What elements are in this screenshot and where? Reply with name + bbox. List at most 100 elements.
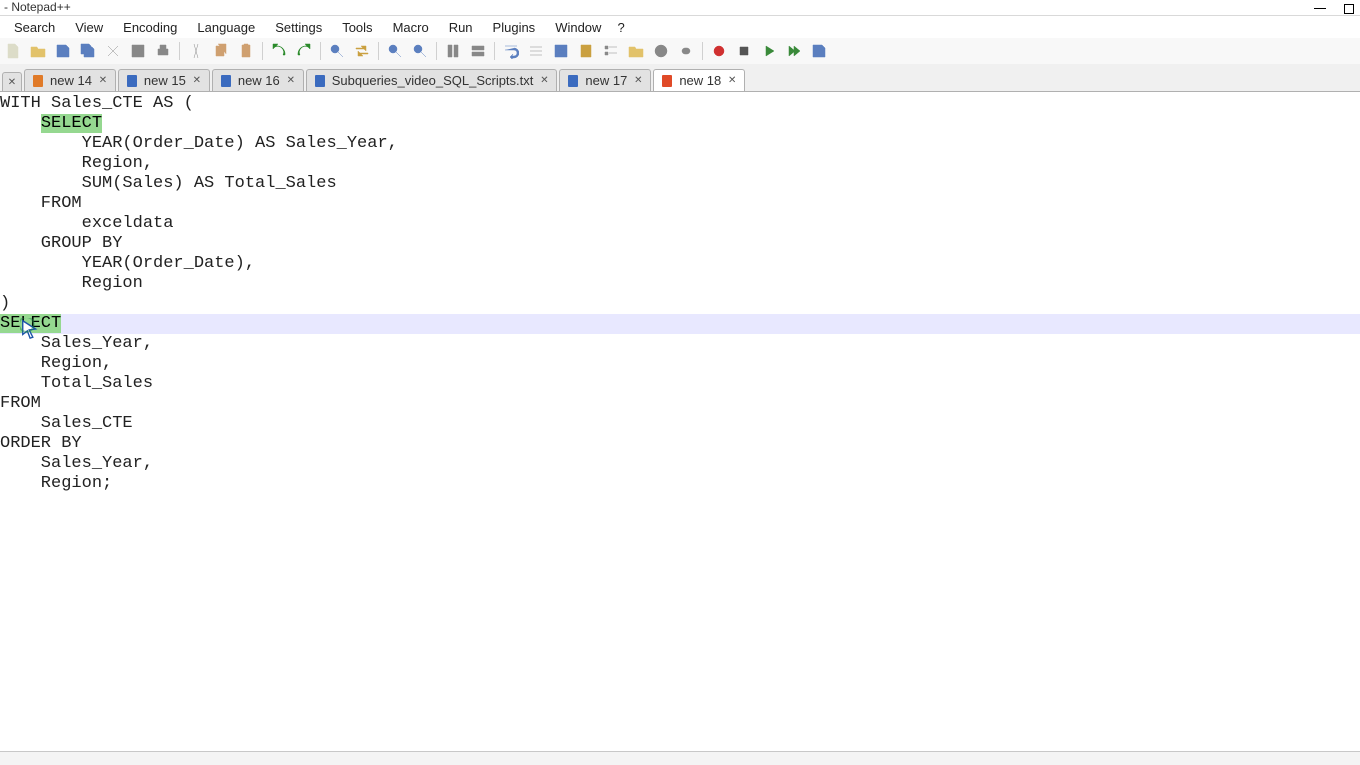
tab-close-button[interactable]: ✕: [538, 75, 550, 87]
sync-v-button[interactable]: [442, 40, 464, 62]
monitoring-button[interactable]: [650, 40, 672, 62]
play-macro-button[interactable]: [758, 40, 780, 62]
tab-subqueries-video-sql-scripts-txt[interactable]: Subqueries_video_SQL_Scripts.txt ✕: [306, 69, 558, 91]
editor-line[interactable]: SUM(Sales) AS Total_Sales: [0, 174, 1360, 194]
editor-line[interactable]: Region;: [0, 474, 1360, 494]
doc-map-icon: [578, 43, 594, 59]
stop-macro-button[interactable]: [733, 40, 755, 62]
undo-button[interactable]: [268, 40, 290, 62]
toolbar-separator: [262, 42, 263, 60]
editor-line[interactable]: Region,: [0, 354, 1360, 374]
close-button[interactable]: [102, 40, 124, 62]
maximize-button[interactable]: [1344, 4, 1354, 14]
find-button[interactable]: [326, 40, 348, 62]
menu-settings[interactable]: Settings: [265, 18, 332, 37]
saved-file-icon: [219, 74, 233, 88]
sync-h-icon: [470, 43, 486, 59]
editor-line[interactable]: Sales_Year,: [0, 334, 1360, 354]
close-all-button[interactable]: [127, 40, 149, 62]
func-list-button[interactable]: [600, 40, 622, 62]
all-chars-button[interactable]: [525, 40, 547, 62]
replace-icon: [354, 43, 370, 59]
editor-line[interactable]: ORDER BY: [0, 434, 1360, 454]
menu-plugins[interactable]: Plugins: [483, 18, 546, 37]
doc-map-button[interactable]: [575, 40, 597, 62]
editor-line[interactable]: SELECT: [0, 314, 1360, 334]
toolbar-separator: [702, 42, 703, 60]
tab-close-button[interactable]: ✕: [97, 75, 109, 87]
editor-line[interactable]: ): [0, 294, 1360, 314]
menu-run[interactable]: Run: [439, 18, 483, 37]
minimize-button[interactable]: [1314, 8, 1326, 9]
tab-close-button[interactable]: ✕: [285, 75, 297, 87]
tab-new-15[interactable]: new 15 ✕: [118, 69, 210, 91]
menu--[interactable]: ?: [611, 18, 630, 37]
editor-line[interactable]: YEAR(Order_Date),: [0, 254, 1360, 274]
unsaved-file-icon: [31, 74, 45, 88]
editor-line[interactable]: Sales_CTE: [0, 414, 1360, 434]
editor-line[interactable]: WITH Sales_CTE AS (: [0, 94, 1360, 114]
new-file-button[interactable]: [2, 40, 24, 62]
indent-guide-button[interactable]: [550, 40, 572, 62]
menu-tools[interactable]: Tools: [332, 18, 382, 37]
print-button[interactable]: [152, 40, 174, 62]
highlighted-word: SELECT: [0, 314, 61, 333]
redo-button[interactable]: [293, 40, 315, 62]
copy-icon: [213, 43, 229, 59]
editor-line[interactable]: exceldata: [0, 214, 1360, 234]
close-all-icon: [130, 43, 146, 59]
tab-label: new 15: [144, 73, 186, 88]
editor[interactable]: WITH Sales_CTE AS ( SELECT YEAR(Order_Da…: [0, 92, 1360, 751]
window-controls: [1314, 4, 1356, 14]
save-all-button[interactable]: [77, 40, 99, 62]
editor-line[interactable]: Total_Sales: [0, 374, 1360, 394]
menu-language[interactable]: Language: [187, 18, 265, 37]
word-wrap-button[interactable]: [500, 40, 522, 62]
tab-label: Subqueries_video_SQL_Scripts.txt: [332, 73, 534, 88]
sync-h-button[interactable]: [467, 40, 489, 62]
save-macro-icon: [811, 43, 827, 59]
tab-close-button[interactable]: ✕: [726, 75, 738, 87]
tab-close-button[interactable]: ✕: [191, 75, 203, 87]
open-file-button[interactable]: [27, 40, 49, 62]
editor-line[interactable]: FROM: [0, 394, 1360, 414]
play-multi-button[interactable]: [783, 40, 805, 62]
paste-button[interactable]: [235, 40, 257, 62]
toolbar: [0, 38, 1360, 64]
editor-line[interactable]: GROUP BY: [0, 234, 1360, 254]
replace-button[interactable]: [351, 40, 373, 62]
editor-line[interactable]: Region: [0, 274, 1360, 294]
tab-scroll-close[interactable]: ✕: [2, 72, 22, 91]
tab-new-17[interactable]: new 17✕: [559, 69, 651, 91]
cut-button[interactable]: [185, 40, 207, 62]
editor-line[interactable]: Sales_Year,: [0, 454, 1360, 474]
cut-icon: [188, 43, 204, 59]
menu-search[interactable]: Search: [4, 18, 65, 37]
tab-new-14[interactable]: new 14✕: [24, 69, 116, 91]
zoom-out-button[interactable]: [409, 40, 431, 62]
saved-file-icon: [125, 74, 139, 88]
menu-window[interactable]: Window: [545, 18, 611, 37]
play-multi-icon: [786, 43, 802, 59]
menu-encoding[interactable]: Encoding: [113, 18, 187, 37]
editor-line[interactable]: Region,: [0, 154, 1360, 174]
editor-line[interactable]: YEAR(Order_Date) AS Sales_Year,: [0, 134, 1360, 154]
tab-close-button[interactable]: ✕: [632, 75, 644, 87]
menu-view[interactable]: View: [65, 18, 113, 37]
menu-macro[interactable]: Macro: [383, 18, 439, 37]
link-button[interactable]: [675, 40, 697, 62]
tab-new-18[interactable]: new 18✕: [653, 69, 745, 91]
editor-line[interactable]: FROM: [0, 194, 1360, 214]
record-macro-button[interactable]: [708, 40, 730, 62]
play-macro-icon: [761, 43, 777, 59]
zoom-in-button[interactable]: [384, 40, 406, 62]
toolbar-separator: [179, 42, 180, 60]
save-button[interactable]: [52, 40, 74, 62]
sync-v-icon: [445, 43, 461, 59]
tab-label: new 16: [238, 73, 280, 88]
folder-as-workspace-button[interactable]: [625, 40, 647, 62]
tab-new-16[interactable]: new 16 ✕: [212, 69, 304, 91]
copy-button[interactable]: [210, 40, 232, 62]
save-macro-button[interactable]: [808, 40, 830, 62]
editor-line[interactable]: SELECT: [0, 114, 1360, 134]
